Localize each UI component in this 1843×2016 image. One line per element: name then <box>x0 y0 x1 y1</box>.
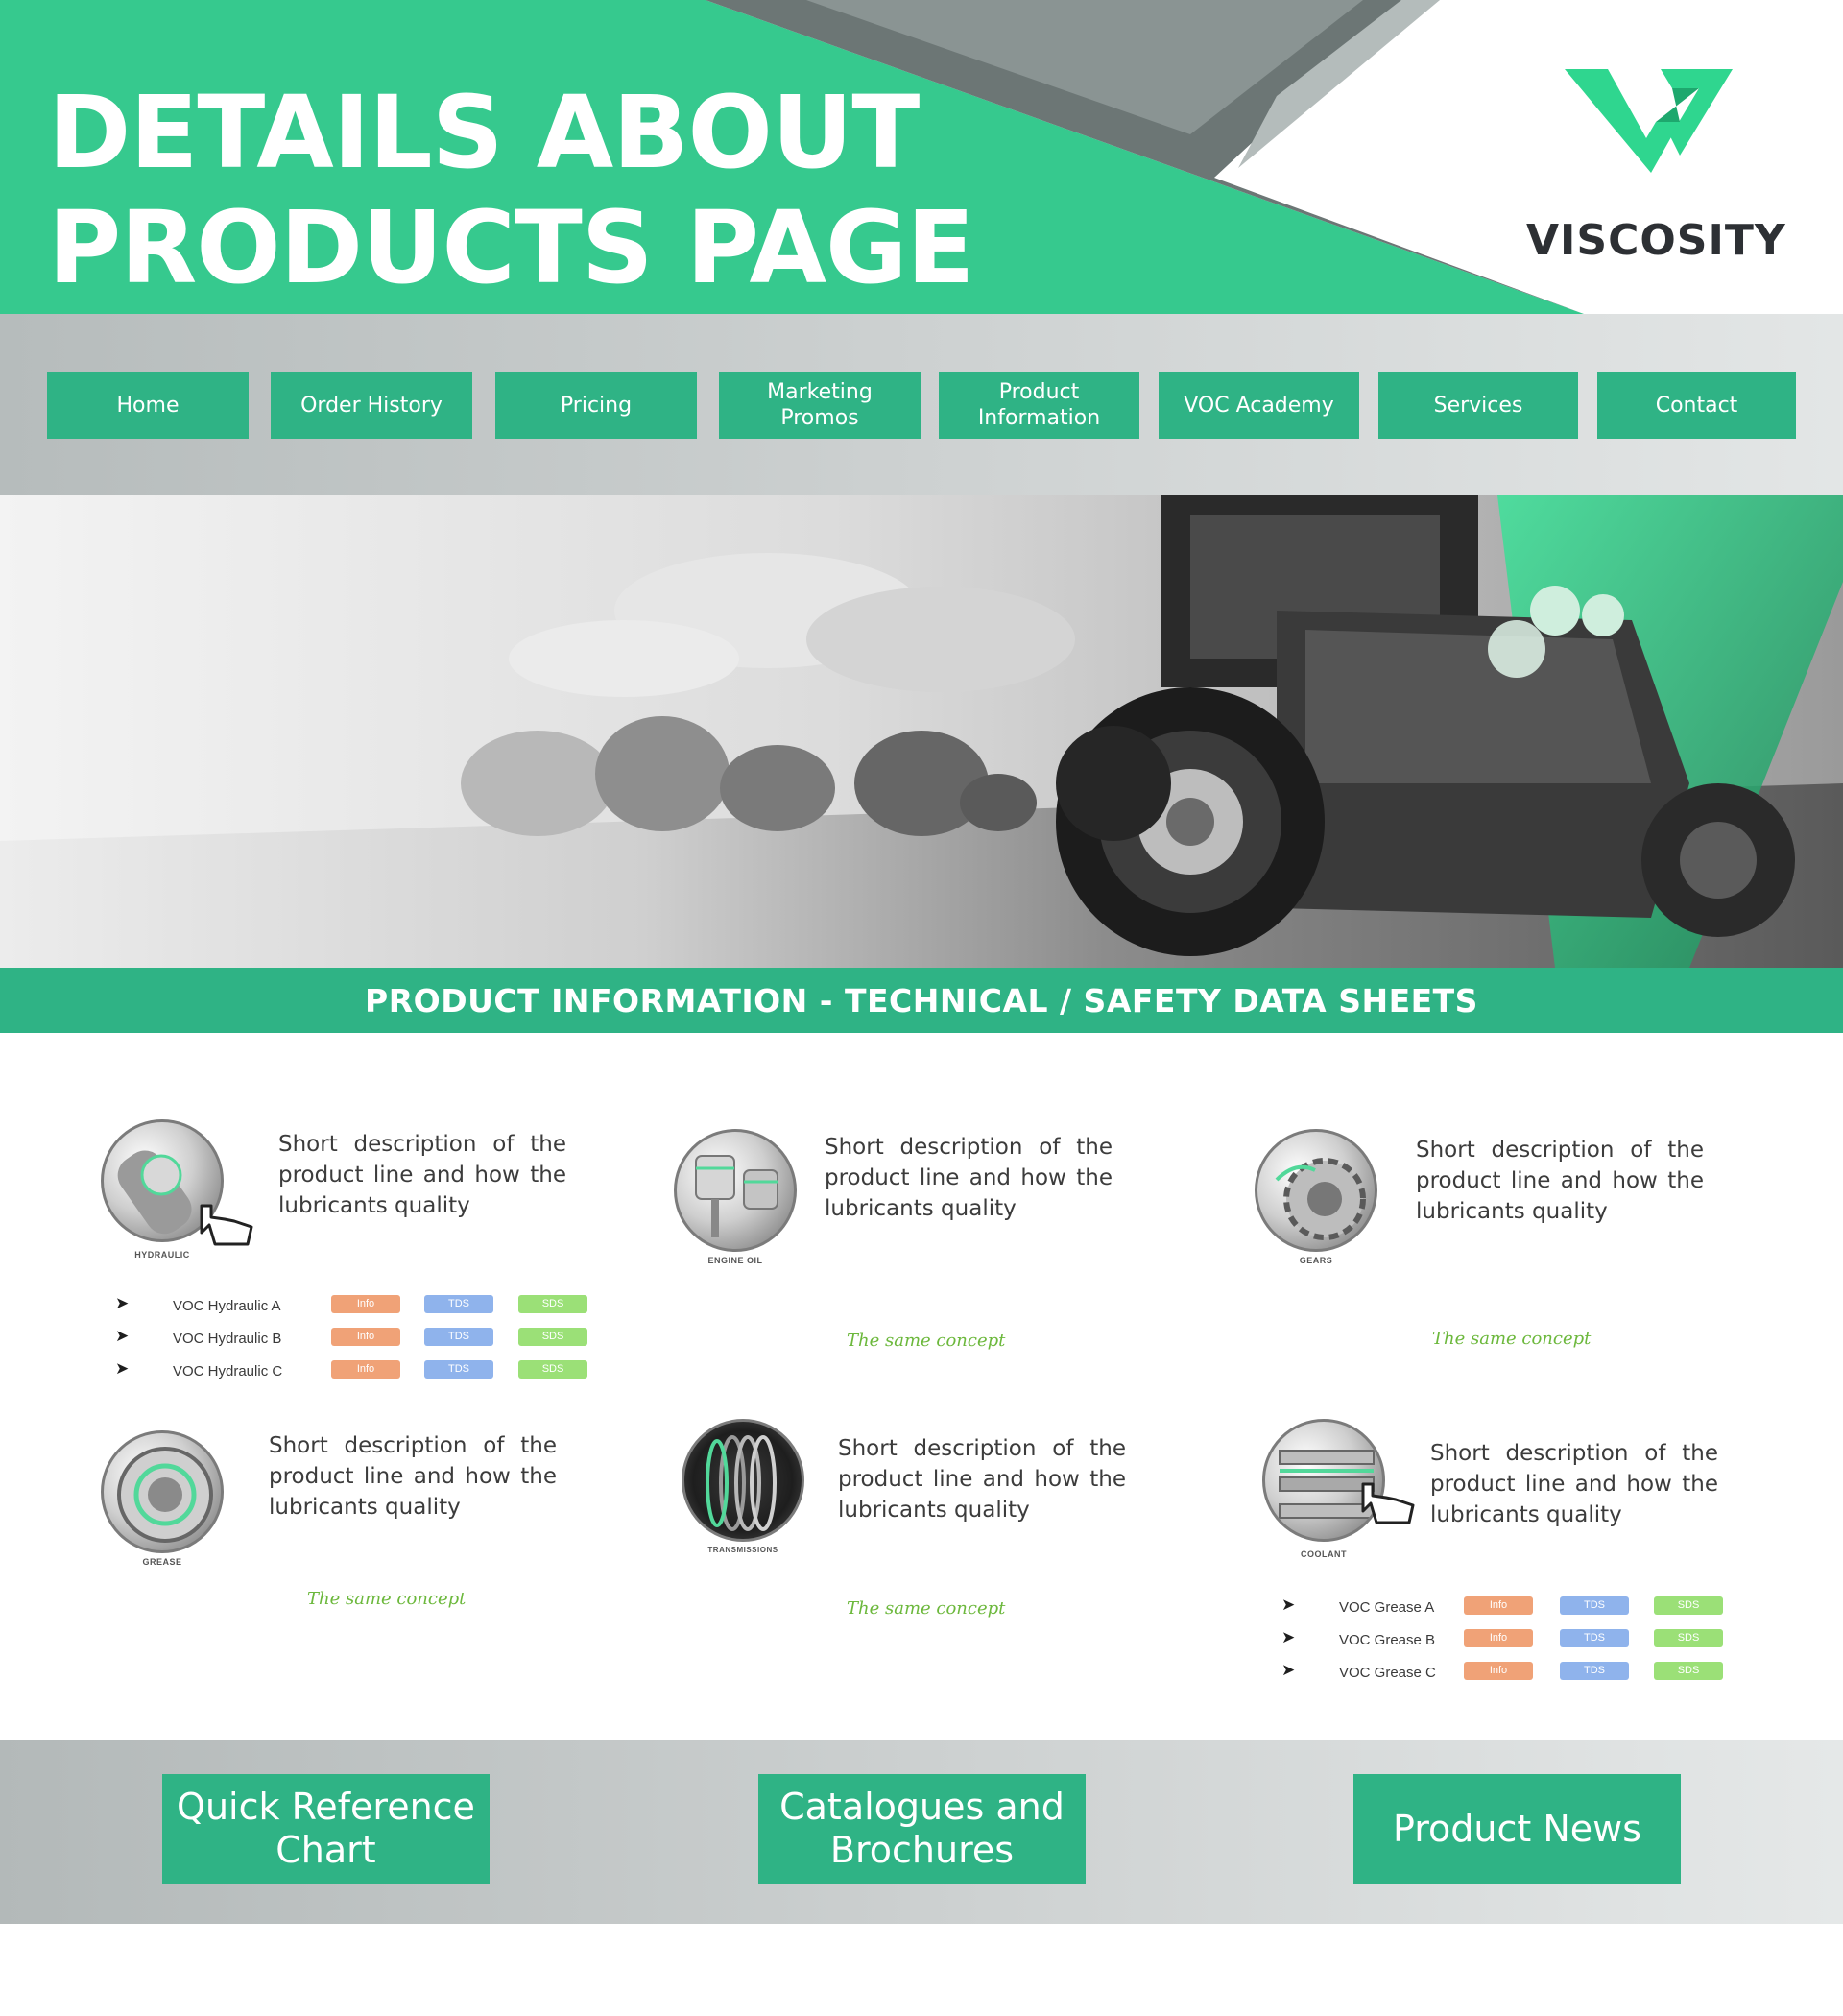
product-name: VOC Grease A <box>1339 1599 1435 1616</box>
product-card-hydraulic: HYDRAULIC Short description of the produ… <box>101 1119 600 1388</box>
tds-button[interactable]: TDS <box>424 1360 493 1379</box>
tds-button[interactable]: TDS <box>1560 1662 1629 1680</box>
product-row: ➤ VOC Hydraulic C Info TDS SDS <box>115 1357 587 1390</box>
clutch-plates-icon <box>706 1435 777 1531</box>
nav-product-information[interactable]: Product Information <box>939 372 1139 439</box>
viscosity-v-icon <box>1565 69 1733 173</box>
product-news-button[interactable]: Product News <box>1353 1774 1681 1884</box>
sds-button[interactable]: SDS <box>1654 1662 1723 1680</box>
bearing-icon <box>117 1447 213 1543</box>
same-concept-note: The same concept <box>847 1331 1006 1351</box>
engine-oil-image <box>674 1129 797 1252</box>
product-card-gears: GEARS Short description of the product l… <box>1255 1129 1754 1359</box>
transmissions-label: TRANSMISSIONS <box>707 1546 778 1554</box>
tds-button[interactable]: TDS <box>424 1328 493 1346</box>
brand-name: VISCOSITY <box>1526 216 1786 265</box>
bottom-links-bar: Quick Reference Chart Catalogues and Bro… <box>0 1740 1843 1924</box>
grease-label: GREASE <box>142 1557 182 1567</box>
grease-description: Short description of the product line an… <box>269 1433 557 1520</box>
tds-button[interactable]: TDS <box>1560 1629 1629 1647</box>
transmissions-description: Short description of the product line an… <box>838 1436 1126 1523</box>
product-row: ➤ VOC Grease B Info TDS SDS <box>1281 1626 1742 1659</box>
grease-icon[interactable]: GREASE <box>101 1430 230 1574</box>
transmissions-icon[interactable]: TRANSMISSIONS <box>682 1419 811 1563</box>
arrow-icon: ➤ <box>115 1359 130 1378</box>
product-row: ➤ VOC Hydraulic B Info TDS SDS <box>115 1325 587 1357</box>
product-row: ➤ VOC Grease C Info TDS SDS <box>1281 1659 1742 1692</box>
gears-label: GEARS <box>1299 1256 1333 1265</box>
tds-button[interactable]: TDS <box>424 1295 493 1313</box>
coolant-label: COOLANT <box>1301 1549 1347 1559</box>
catalogues-brochures-button[interactable]: Catalogues and Brochures <box>758 1774 1086 1884</box>
info-button[interactable]: Info <box>331 1328 400 1346</box>
product-name: VOC Grease C <box>1339 1665 1436 1681</box>
tds-button[interactable]: TDS <box>1560 1596 1629 1615</box>
hydraulic-description: Short description of the product line an… <box>278 1132 566 1218</box>
gear-icon <box>1275 1158 1366 1240</box>
info-button[interactable]: Info <box>1464 1629 1533 1647</box>
nav-contact[interactable]: Contact <box>1597 372 1796 439</box>
product-row: ➤ VOC Grease A Info TDS SDS <box>1281 1594 1742 1626</box>
gears-icon[interactable]: GEARS <box>1255 1129 1384 1273</box>
product-name: VOC Hydraulic A <box>173 1298 281 1314</box>
info-button[interactable]: Info <box>331 1360 400 1379</box>
info-button[interactable]: Info <box>1464 1662 1533 1680</box>
product-card-coolant: COOLANT Short description of the product… <box>1262 1419 1761 1688</box>
hero-banner <box>0 495 1843 968</box>
main-nav: Home Order History Pricing Marketing Pro… <box>0 314 1843 495</box>
hydraulic-icon[interactable]: HYDRAULIC <box>101 1119 253 1263</box>
section-title: PRODUCT INFORMATION - TECHNICAL / SAFETY… <box>0 968 1843 1033</box>
hydraulic-product-list: ➤ VOC Hydraulic A Info TDS SDS ➤ VOC Hyd… <box>115 1292 587 1390</box>
coolant-product-list: ➤ VOC Grease A Info TDS SDS ➤ VOC Grease… <box>1281 1594 1742 1692</box>
engine-oil-icon[interactable]: ENGINE OIL <box>674 1129 803 1273</box>
nav-order-history[interactable]: Order History <box>271 372 472 439</box>
same-concept-note: The same concept <box>307 1589 467 1609</box>
same-concept-note: The same concept <box>847 1598 1006 1619</box>
info-button[interactable]: Info <box>1464 1596 1533 1615</box>
sds-button[interactable]: SDS <box>1654 1596 1723 1615</box>
nav-voc-academy[interactable]: VOC Academy <box>1159 372 1359 439</box>
nav-marketing-promos[interactable]: Marketing Promos <box>719 372 921 439</box>
nav-services[interactable]: Services <box>1378 372 1578 439</box>
arrow-icon: ➤ <box>1281 1596 1296 1614</box>
arrow-icon: ➤ <box>115 1294 130 1312</box>
sds-button[interactable]: SDS <box>518 1295 587 1313</box>
hand-pointer-icon <box>1361 1482 1415 1524</box>
info-button[interactable]: Info <box>331 1295 400 1313</box>
grease-image <box>101 1430 224 1553</box>
gears-image <box>1255 1129 1377 1252</box>
product-name: VOC Grease B <box>1339 1632 1436 1648</box>
coolant-icon[interactable]: COOLANT <box>1262 1419 1415 1563</box>
same-concept-note: The same concept <box>1432 1329 1592 1349</box>
arrow-icon: ➤ <box>115 1327 130 1345</box>
coolant-description: Short description of the product line an… <box>1430 1441 1718 1527</box>
piston-icon <box>695 1155 778 1237</box>
product-row: ➤ VOC Hydraulic A Info TDS SDS <box>115 1292 587 1325</box>
tractor-field-photo <box>0 495 1843 968</box>
sds-button[interactable]: SDS <box>518 1360 587 1379</box>
nav-pricing[interactable]: Pricing <box>495 372 697 439</box>
product-name: VOC Hydraulic B <box>173 1331 282 1347</box>
nav-home[interactable]: Home <box>47 372 249 439</box>
product-card-engine-oil: ENGINE OIL Short description of the prod… <box>674 1129 1173 1359</box>
page-header: DETAILS ABOUT PRODUCTS PAGE VISCOSITY <box>0 0 1843 314</box>
arrow-icon: ➤ <box>1281 1661 1296 1679</box>
product-card-grease: GREASE Short description of the product … <box>101 1430 600 1622</box>
engine-oil-label: ENGINE OIL <box>707 1256 763 1265</box>
page-title: DETAILS ABOUT PRODUCTS PAGE <box>48 74 974 306</box>
quick-reference-chart-button[interactable]: Quick Reference Chart <box>162 1774 490 1884</box>
viscosity-logo[interactable]: VISCOSITY <box>1526 60 1786 271</box>
hydraulic-label: HYDRAULIC <box>134 1250 190 1260</box>
sds-button[interactable]: SDS <box>1654 1629 1723 1647</box>
product-name: VOC Hydraulic C <box>173 1363 283 1380</box>
arrow-icon: ➤ <box>1281 1628 1296 1646</box>
gears-description: Short description of the product line an… <box>1416 1138 1704 1224</box>
product-card-transmissions: TRANSMISSIONS Short description of the p… <box>682 1419 1181 1630</box>
sds-button[interactable]: SDS <box>518 1328 587 1346</box>
engine-oil-description: Short description of the product line an… <box>825 1135 1113 1221</box>
transmissions-image <box>682 1419 804 1542</box>
